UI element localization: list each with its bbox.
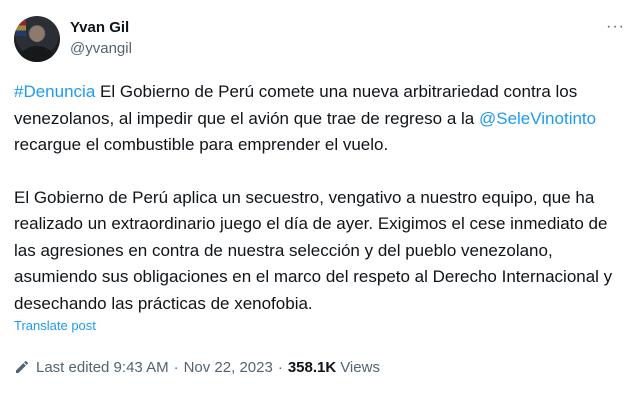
post-meta: Last edited 9:43 AM · Nov 22, 2023 · 358… — [14, 357, 380, 377]
views-count[interactable]: 358.1K — [288, 359, 336, 376]
post-paragraph-1: #Denuncia El Gobierno de Perú comete una… — [14, 79, 626, 159]
avatar[interactable] — [14, 16, 60, 62]
avatar-shoulders — [21, 46, 53, 62]
more-icon[interactable]: ··· — [606, 19, 625, 35]
meta-separator: · — [173, 358, 179, 376]
author-handle[interactable]: @yvangil — [70, 40, 132, 57]
avatar-face — [30, 26, 44, 42]
post-text: #Denuncia El Gobierno de Perú comete una… — [14, 79, 626, 317]
pencil-icon — [16, 360, 29, 373]
hashtag-link[interactable]: #Denuncia — [14, 82, 95, 101]
flag-shape — [16, 20, 26, 36]
views-label: Views — [340, 358, 380, 376]
edited-time[interactable]: Last edited 9:43 AM — [36, 359, 169, 376]
meta-separator: · — [277, 358, 283, 376]
post-paragraph-2: El Gobierno de Perú aplica un secuestro,… — [14, 187, 613, 313]
author-name[interactable]: Yvan Gil — [70, 19, 129, 36]
post-date[interactable]: Nov 22, 2023 — [184, 359, 273, 376]
mention-link[interactable]: @SeleVinotinto — [479, 109, 596, 128]
post-card: Yvan Gil @yvangil ··· #Denuncia El Gobie… — [0, 0, 640, 400]
translate-post-link[interactable]: Translate post — [14, 318, 96, 333]
post-text-segment: recargue el combustible para emprender e… — [14, 135, 389, 154]
